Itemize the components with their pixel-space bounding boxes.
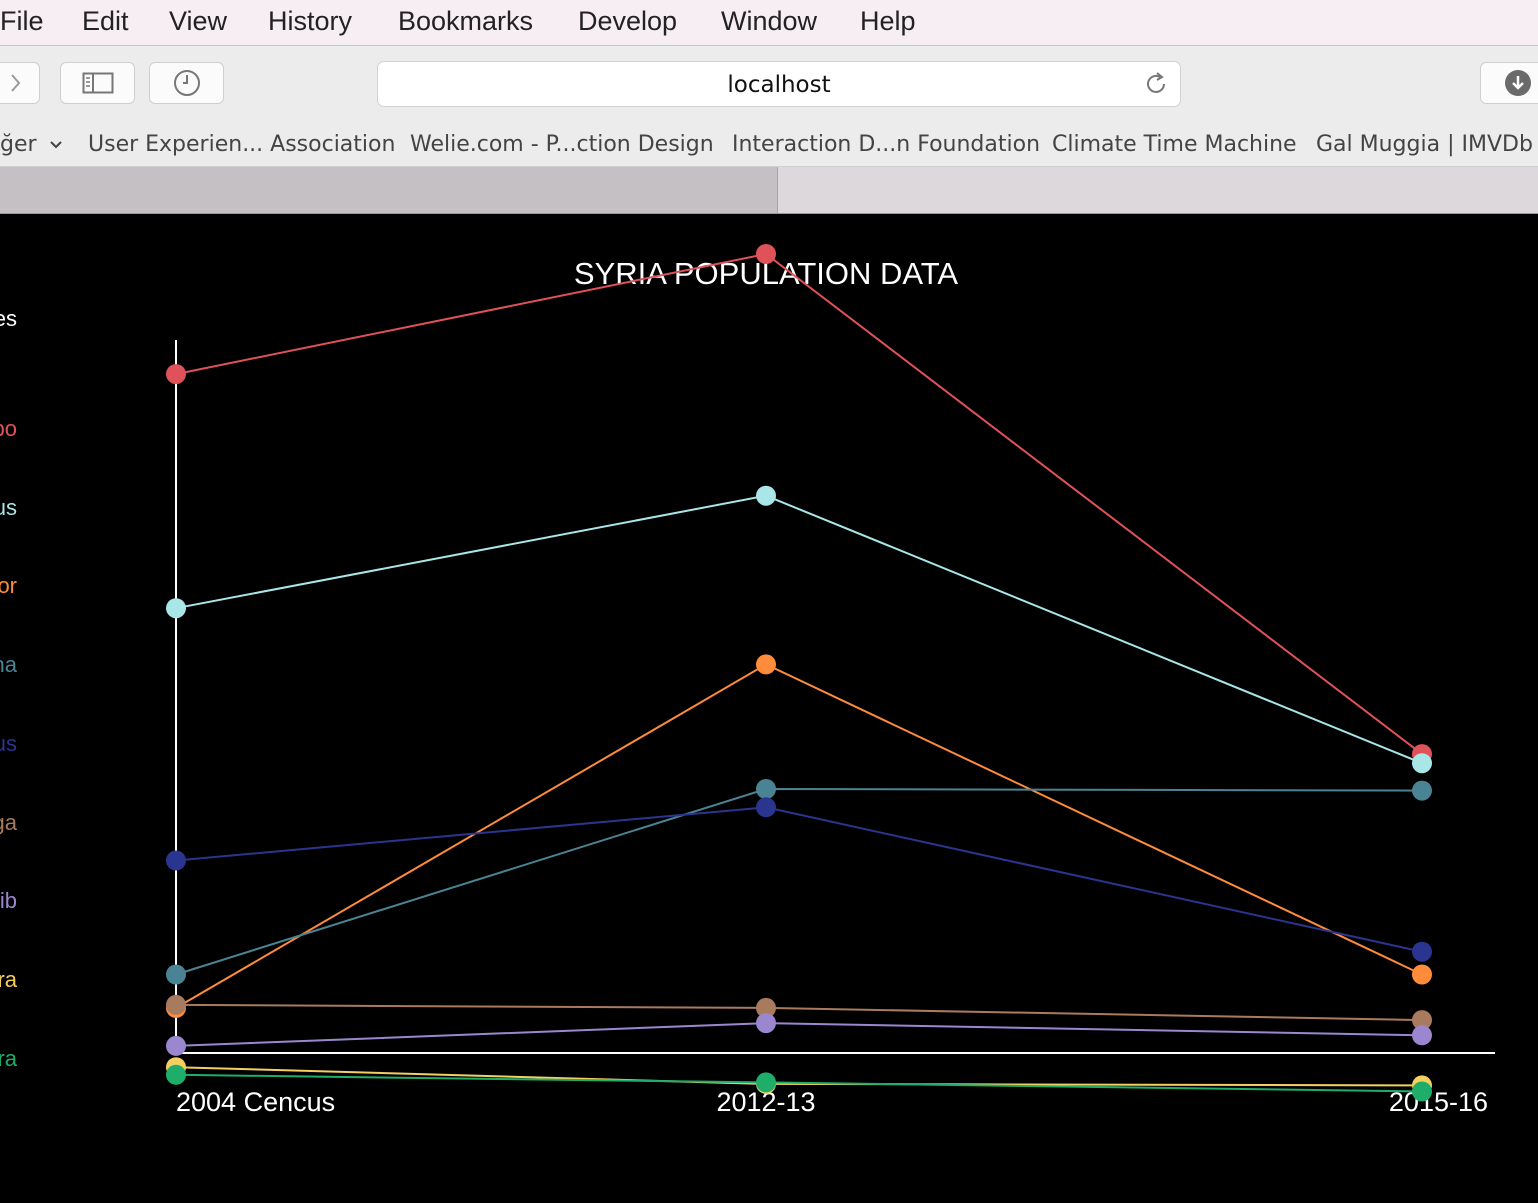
bookmark-folder[interactable]: ğer [0,132,64,157]
data-point [166,850,186,871]
legend-item: us [0,494,17,520]
legend-item: or [0,573,17,599]
menu-bar: File Edit View History Bookmarks Develop… [0,0,1538,46]
browser-toolbar: localhost [0,46,1538,120]
x-tick-label: 2004 Cencus [176,1087,335,1117]
data-point [166,1064,186,1085]
legend-item: ra [0,966,17,992]
menu-bookmarks[interactable]: Bookmarks [398,6,533,37]
data-point [756,654,776,675]
data-point [756,485,776,506]
legend-item: na [0,652,17,678]
url-text: localhost [727,72,831,98]
series-line [175,494,1423,765]
tab-active[interactable] [0,167,778,213]
legend-item: ra [0,1045,17,1071]
legend-header: es [0,306,17,331]
chart-area: SYRIA POPULATION DATA 2004 Cencus 2012-13 2… [0,214,1538,1203]
reload-icon[interactable] [1142,70,1170,98]
download-icon [1504,70,1531,96]
data-point [166,994,186,1015]
menu-window[interactable]: Window [721,6,817,37]
tab-bar [0,167,1538,214]
menu-file[interactable]: File [0,6,44,37]
data-point [1412,941,1432,962]
tab-inactive[interactable] [778,167,1538,213]
series-line [175,806,1423,953]
data-point [756,1013,776,1034]
url-bar[interactable]: localhost [377,61,1181,107]
data-point [756,797,776,818]
data-point [1412,964,1432,985]
downloads-button[interactable] [1480,62,1538,104]
clock-icon [173,70,200,96]
bookmark-interaction-design[interactable]: Interaction D...n Foundation [732,132,1040,157]
series-line [175,663,1423,1009]
sidebar-icon [82,72,113,94]
data-point [756,1072,776,1093]
bookmark-welie[interactable]: Welie.com - P...ction Design [410,132,714,157]
menu-view[interactable]: View [169,6,227,37]
sidebar-toggle-button[interactable] [60,62,135,104]
data-point [1412,780,1432,801]
menu-help[interactable]: Help [860,6,916,37]
legend-item: ga [0,809,17,835]
line-chart: SYRIA POPULATION DATA2004 Cencus 2012-13 2… [166,244,1495,1117]
bookmark-folder-label: ğer [0,132,37,157]
menu-history[interactable]: History [268,6,352,37]
data-point [1412,1025,1432,1046]
data-point [756,244,776,264]
history-button[interactable] [149,62,224,104]
series-line [175,1022,1423,1047]
data-point [166,964,186,985]
data-point [1412,753,1432,774]
chevron-right-icon [11,74,21,92]
bookmarks-bar: ğer User Experien... Association Welie.c… [0,120,1538,167]
bookmark-climate-time-machine[interactable]: Climate Time Machine [1052,132,1297,157]
series-line [175,787,1423,976]
data-point [756,779,776,799]
menu-develop[interactable]: Develop [578,6,677,37]
data-point [1412,1081,1432,1102]
legend-item: po [0,416,17,441]
bookmark-imvdb[interactable]: Gal Muggia | IMVDb [1316,132,1533,157]
bookmark-uxpa[interactable]: User Experien... Association [88,132,395,157]
chevron-down-icon [49,141,62,149]
data-point [166,364,186,385]
series-line [175,1003,1423,1022]
data-point [166,1035,186,1056]
legend-item: lib [0,888,17,914]
menu-edit[interactable]: Edit [82,6,129,37]
forward-button[interactable] [0,62,40,104]
legend-item: us [0,730,17,756]
data-point [166,598,186,619]
